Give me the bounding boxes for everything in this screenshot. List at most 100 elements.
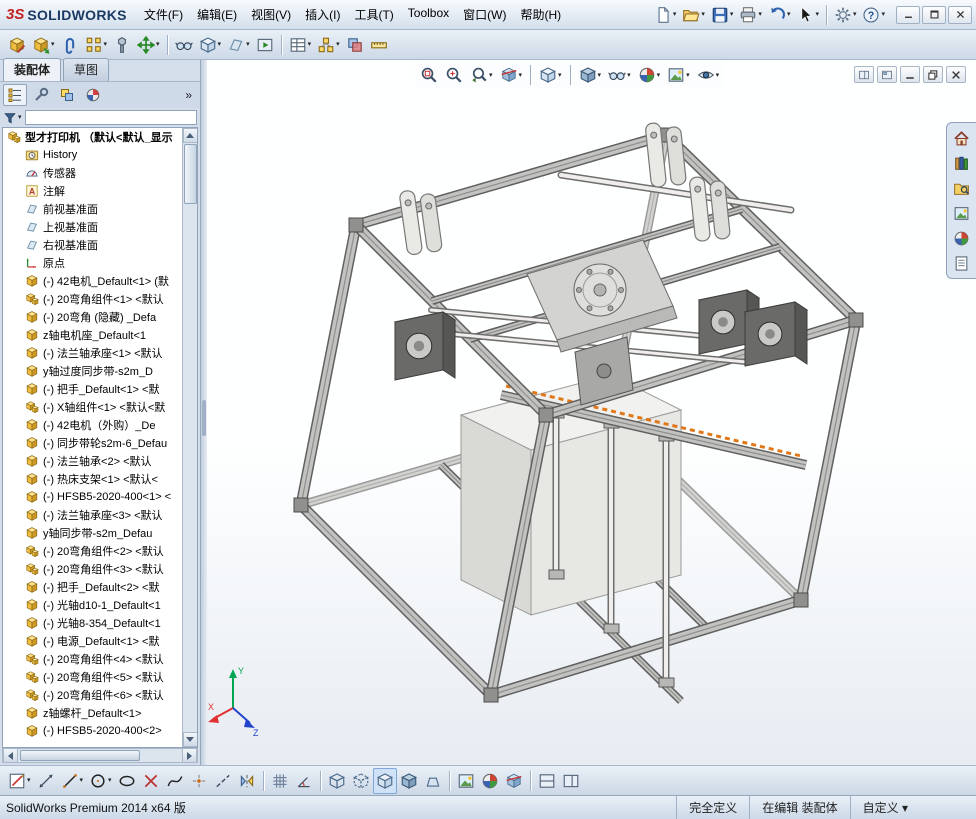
tree-item[interactable]: (-) X轴组件<1> <默认<默 [3, 398, 182, 416]
print-button[interactable]: ▾ [736, 2, 765, 28]
bill-of-materials-button[interactable]: ▾ [286, 32, 315, 58]
line-button[interactable]: ▾ [58, 768, 87, 794]
pane-tab-propertymanager[interactable] [29, 84, 53, 106]
edit-component-button[interactable] [5, 32, 29, 58]
dropdown-caret-icon[interactable]: ▾ [787, 11, 791, 18]
menu-item[interactable]: 帮助(H) [514, 3, 569, 26]
tree-item[interactable]: (-) 20弯角组件<2> <默认 [3, 542, 182, 560]
dropdown-caret-icon[interactable]: ▾ [519, 72, 523, 79]
exploded-view-button[interactable]: ▾ [314, 32, 343, 58]
tree-vertical-scrollbar[interactable] [182, 128, 197, 747]
dropdown-caret-icon[interactable]: ▾ [80, 777, 84, 784]
dropdown-caret-icon[interactable]: ▾ [716, 72, 720, 79]
task-pane-file-explorer-button[interactable] [950, 177, 974, 199]
dropdown-caret-icon[interactable]: ▾ [558, 72, 562, 79]
menu-item[interactable]: 文件(F) [137, 3, 190, 26]
dropdown-caret-icon[interactable]: ▾ [657, 72, 661, 79]
tree-item[interactable]: History [3, 146, 182, 164]
scroll-thumb[interactable] [183, 144, 197, 204]
tree-item[interactable]: (-) HFSB5-2020-400<2> [3, 722, 182, 740]
doc-tab[interactable]: 装配体 [3, 58, 62, 81]
tree-item[interactable]: (-) 20弯角组件<3> <默认 [3, 560, 182, 578]
status-cell[interactable]: 自定义 ▾ [849, 796, 920, 819]
edit-appearance-button[interactable]: ▾ [635, 63, 664, 87]
tree-item[interactable]: (-) 20弯角组件<1> <默认 [3, 290, 182, 308]
splitter-grip[interactable] [202, 400, 206, 436]
task-pane-appearances-button[interactable] [950, 227, 974, 249]
tree-item[interactable]: 原点 [3, 254, 182, 272]
dropdown-caret-icon[interactable]: ▾ [598, 72, 602, 79]
assembly-features-button[interactable]: ▾ [196, 32, 225, 58]
select-cursor-button[interactable]: ▾ [793, 2, 822, 28]
dropdown-caret-icon[interactable]: ▾ [673, 11, 677, 18]
pane-overflow-chevron[interactable]: » [180, 88, 197, 102]
pane-tab-featuremanager[interactable] [3, 84, 27, 106]
new-motion-study-button[interactable] [253, 32, 277, 58]
tree-item[interactable]: 右视基准面 [3, 236, 182, 254]
previous-view-button[interactable]: ▾ [467, 63, 496, 87]
hide-show-items-button[interactable]: ▾ [605, 63, 634, 87]
dropdown-caret-icon[interactable]: ▾ [758, 11, 762, 18]
tree-item[interactable]: (-) 法兰轴承座<1> <默认 [3, 344, 182, 362]
view-settings-button[interactable]: ▾ [694, 63, 723, 87]
scroll-right-button[interactable] [182, 748, 197, 763]
dropdown-caret-icon[interactable]: ▾ [686, 72, 690, 79]
filter-caret-icon[interactable]: ▾ [18, 114, 22, 121]
printer-3d-model[interactable]: Y X Z [207, 60, 976, 765]
close-button[interactable] [946, 66, 966, 83]
shaded-edges-view-button[interactable] [372, 767, 397, 794]
menu-item[interactable]: 编辑(E) [190, 3, 244, 26]
tree-item[interactable]: (-) HFSB5-2020-400<1> < [3, 488, 182, 506]
tree-filter-input[interactable] [24, 110, 197, 125]
menu-item[interactable]: 窗口(W) [456, 3, 513, 26]
dropdown-caret-icon[interactable]: ▾ [489, 72, 493, 79]
tree-item[interactable]: (-) 光轴8-354_Default<1 [3, 614, 182, 632]
insert-component-button[interactable]: ▾ [29, 32, 58, 58]
tree-item[interactable]: (-) 42电机_Default<1> (默 [3, 272, 182, 290]
move-component-button[interactable]: ▾ [134, 32, 163, 58]
tree-item[interactable]: (-) 把手_Default<1> <默 [3, 380, 182, 398]
tree-item[interactable]: y轴同步带-s2m_Defau [3, 524, 182, 542]
tree-item[interactable]: 传感器 [3, 164, 182, 182]
filter-funnel-icon[interactable] [3, 111, 17, 125]
graphics-area[interactable]: Y X Z ▾ ▾ ▾ ▾ ▾ ▾ ▾ ▾ [207, 60, 976, 765]
split-pane-h-button[interactable] [535, 768, 559, 794]
perspective-view-button[interactable] [421, 768, 445, 794]
dropdown-caret-icon[interactable]: ▾ [815, 11, 819, 18]
window-minimize-button[interactable] [896, 5, 920, 24]
tree-item[interactable]: (-) 同步带轮s2m-6_Defau [3, 434, 182, 452]
apply-scene-button[interactable]: ▾ [664, 63, 693, 87]
tree-item[interactable]: 上视基准面 [3, 218, 182, 236]
tree-item[interactable]: y轴过度同步带-s2m_D [3, 362, 182, 380]
measure-button[interactable] [367, 32, 391, 58]
tree-item[interactable]: A 注解 [3, 182, 182, 200]
tree-item[interactable]: (-) 热床支架<1> <默认< [3, 470, 182, 488]
save-button[interactable]: ▾ [708, 2, 737, 28]
tree-item[interactable]: z轴螺杆_Default<1> [3, 704, 182, 722]
component-pattern-button[interactable]: ▾ [82, 32, 111, 58]
dropdown-caret-icon[interactable]: ▾ [51, 41, 55, 48]
scroll-left-button[interactable] [3, 748, 18, 763]
options-gear-button[interactable]: ▾ [831, 2, 860, 28]
edit-appearance-button[interactable] [478, 768, 502, 794]
tree-item[interactable]: (-) 把手_Default<2> <默 [3, 578, 182, 596]
pane-tab-displaymanager[interactable] [81, 84, 105, 106]
spline-button[interactable] [163, 768, 187, 794]
tree-item[interactable]: (-) 20弯角组件<5> <默认 [3, 668, 182, 686]
menu-item[interactable]: 插入(I) [298, 3, 347, 26]
window-maximize-button[interactable] [922, 5, 946, 24]
grid-button[interactable] [268, 768, 292, 794]
smart-fasteners-button[interactable] [110, 32, 134, 58]
tree-item[interactable]: (-) 电源_Default<1> <默 [3, 632, 182, 650]
wireframe-view-button[interactable] [325, 768, 349, 794]
display-pane-button[interactable] [854, 66, 874, 83]
tree-item[interactable]: (-) 光轴d10-1_Default<1 [3, 596, 182, 614]
section-view-button[interactable]: ▾ [497, 63, 526, 87]
shaded-view-button[interactable] [397, 768, 421, 794]
dropdown-caret-icon[interactable]: ▾ [627, 72, 631, 79]
restore-button[interactable] [923, 66, 943, 83]
doc-tab[interactable]: 草图 [63, 58, 110, 81]
dropdown-caret-icon[interactable]: ▾ [308, 41, 312, 48]
scroll-thumb[interactable] [20, 750, 140, 761]
tree-item[interactable]: (-) 法兰轴承座<3> <默认 [3, 506, 182, 524]
